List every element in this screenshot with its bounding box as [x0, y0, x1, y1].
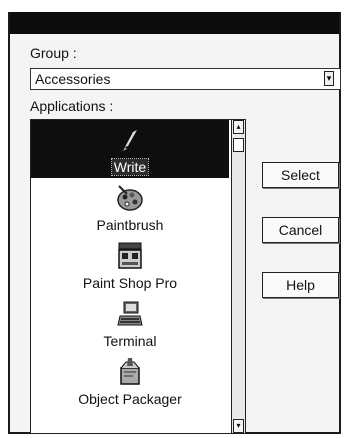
list-scrollbar[interactable]: ▴ ▾ [231, 120, 245, 433]
package-icon [120, 358, 140, 385]
pen-icon [123, 130, 137, 151]
list-item-paint-shop-pro[interactable]: Paint Shop Pro [31, 236, 229, 294]
list-item-terminal[interactable]: Terminal [31, 294, 229, 352]
scroll-thumb[interactable] [233, 138, 244, 152]
group-select[interactable]: Accessories ▾ [30, 68, 341, 90]
paint-shop-icon [118, 242, 142, 269]
help-button[interactable]: Help [262, 272, 339, 298]
cancel-button[interactable]: Cancel [262, 217, 339, 243]
list-item-label: Object Packager [78, 391, 182, 407]
dropdown-arrow-icon[interactable]: ▾ [324, 71, 334, 86]
program-item-dialog: Group : Accessories ▾ Applications : Wri… [8, 12, 341, 434]
applications-list[interactable]: Write Paintbrush Paint Shop Pro Terminal… [30, 119, 246, 434]
list-item-label: Paintbrush [96, 217, 164, 233]
list-item-paintbrush[interactable]: Paintbrush [31, 178, 229, 236]
list-item-label: Paint Shop Pro [82, 275, 178, 291]
terminal-icon [117, 301, 143, 326]
list-item-label: Write [110, 158, 150, 176]
scroll-up-icon[interactable]: ▴ [233, 120, 244, 134]
list-item-write[interactable]: Write [31, 120, 229, 178]
group-label: Group : [30, 45, 77, 61]
scroll-down-icon[interactable]: ▾ [233, 419, 244, 433]
select-button[interactable]: Select [262, 162, 339, 188]
list-item-label: Terminal [103, 333, 157, 349]
list-item-object-packager[interactable]: Object Packager [31, 352, 229, 410]
palette-icon [117, 185, 143, 211]
title-bar [10, 12, 339, 34]
applications-label: Applications : [30, 98, 114, 114]
group-select-value: Accessories [35, 71, 111, 87]
